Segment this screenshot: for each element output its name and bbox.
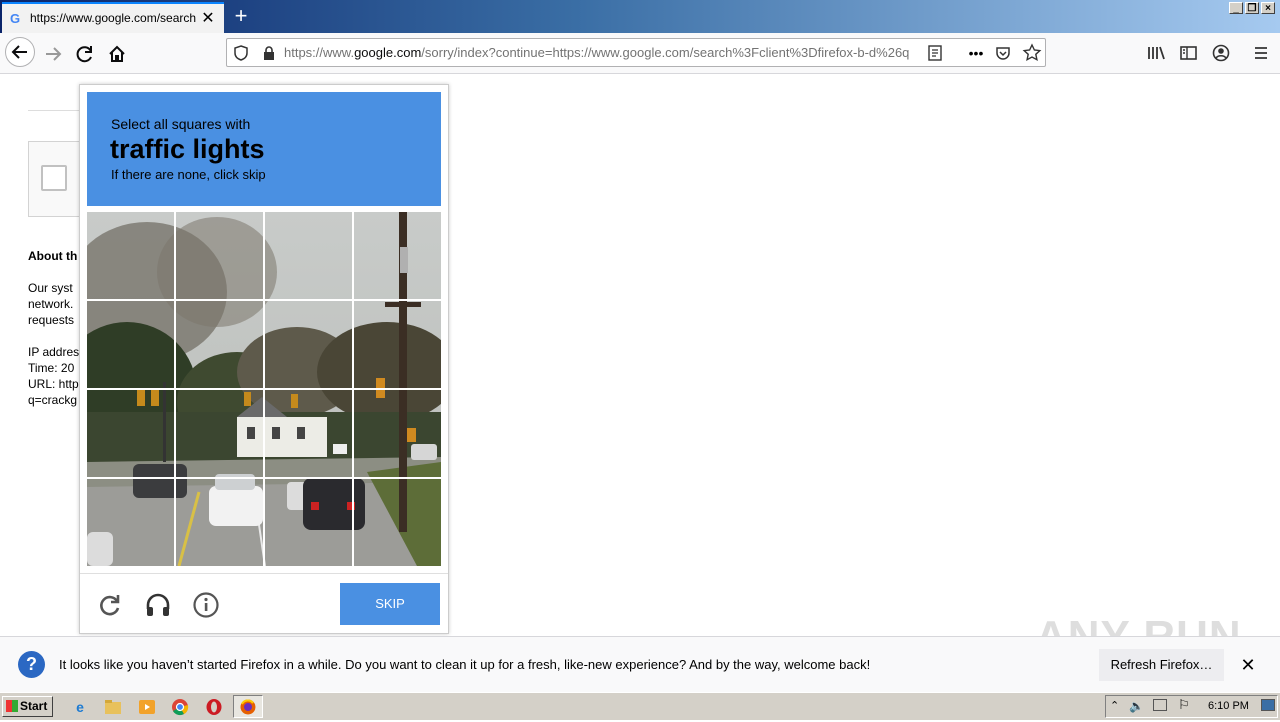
bookmark-star-icon[interactable]: [1022, 43, 1042, 63]
sidebar-toggle-icon[interactable]: [1179, 44, 1199, 62]
reload-icon: [76, 46, 92, 63]
account-icon[interactable]: [1211, 43, 1231, 63]
firefox-taskbar-button[interactable]: [233, 695, 263, 718]
media-player-icon[interactable]: [137, 697, 157, 717]
captcha-tile[interactable]: [87, 390, 174, 477]
reload-button[interactable]: [71, 40, 99, 68]
tracking-protection-shield-icon[interactable]: [232, 44, 250, 62]
time-line: Time: 20: [28, 361, 75, 375]
forward-button[interactable]: [39, 40, 67, 68]
action-center-flag-icon[interactable]: ⚐: [1178, 697, 1190, 713]
captcha-hint: If there are none, click skip: [111, 167, 266, 182]
page-paragraph-line: Our syst: [28, 281, 73, 295]
captcha-tile[interactable]: [265, 301, 352, 388]
url-text[interactable]: https://www.google.com/sorry/index?conti…: [284, 45, 916, 60]
hamburger-menu-icon[interactable]: [1252, 44, 1270, 62]
audio-challenge-headphones-icon[interactable]: [143, 590, 173, 620]
captcha-controls-divider: [80, 573, 448, 574]
query-line: q=crackg: [28, 393, 78, 407]
restore-window-button[interactable]: ❐: [1245, 2, 1259, 14]
page-actions-icon[interactable]: •••: [966, 44, 986, 62]
network-icon[interactable]: [1153, 699, 1167, 711]
pocket-icon[interactable]: [994, 44, 1012, 62]
captcha-tile[interactable]: [354, 390, 441, 477]
file-explorer-icon[interactable]: [103, 697, 123, 717]
url-scheme: https://www.: [284, 45, 355, 60]
captcha-image-grid: [87, 212, 441, 566]
refresh-firefox-button[interactable]: Refresh Firefox…: [1099, 649, 1224, 681]
reload-challenge-icon[interactable]: [95, 590, 125, 620]
url-line: URL: http: [28, 377, 79, 391]
show-desktop-icon[interactable]: [1261, 699, 1275, 711]
volume-icon[interactable]: 🔈: [1129, 699, 1144, 713]
arrow-right-icon: [46, 47, 62, 61]
start-button[interactable]: Start: [2, 696, 53, 717]
page-paragraph-line: requests: [28, 313, 75, 327]
new-tab-button[interactable]: +: [230, 4, 252, 28]
internet-explorer-icon[interactable]: e: [70, 697, 90, 717]
captcha-instruction: Select all squares with: [111, 116, 251, 132]
windows-logo-icon: [6, 700, 18, 712]
captcha-tile[interactable]: [176, 479, 263, 566]
windows-taskbar: [0, 692, 1280, 720]
opera-icon[interactable]: [204, 697, 224, 717]
show-hidden-icons-icon[interactable]: ⌃: [1110, 699, 1119, 712]
library-icon[interactable]: [1146, 44, 1166, 62]
close-window-button[interactable]: ×: [1261, 2, 1275, 14]
about-heading: About th: [28, 249, 78, 263]
recaptcha-checkbox[interactable]: [41, 165, 67, 191]
browser-tab[interactable]: G https://www.google.com/search?client=f…: [2, 2, 224, 33]
home-icon: [109, 45, 125, 62]
reader-view-icon[interactable]: [926, 44, 944, 62]
back-button[interactable]: [5, 37, 35, 67]
captcha-tile[interactable]: [265, 212, 352, 299]
captcha-tile[interactable]: [87, 301, 174, 388]
lock-icon[interactable]: [260, 44, 278, 62]
start-label: Start: [20, 699, 48, 713]
close-tab-icon[interactable]: ✕: [200, 8, 216, 27]
minimize-window-button[interactable]: _: [1229, 2, 1243, 14]
page-paragraph-line: network.: [28, 297, 74, 311]
captcha-tile[interactable]: [265, 479, 352, 566]
captcha-target: traffic lights: [110, 134, 265, 164]
captcha-tile[interactable]: [354, 212, 441, 299]
close-notification-icon[interactable]: ✕: [1238, 655, 1258, 675]
captcha-tile[interactable]: [265, 390, 352, 477]
arrow-left-icon: [11, 45, 27, 59]
captcha-tile[interactable]: [176, 301, 263, 388]
url-domain: google.com: [354, 45, 422, 60]
notification-message: It looks like you haven’t started Firefo…: [59, 657, 871, 672]
info-icon[interactable]: [191, 590, 221, 620]
tab-title: https://www.google.com/search?client=fir…: [30, 11, 196, 25]
taskbar-clock[interactable]: 6:10 PM: [1208, 700, 1249, 712]
url-path: /sorry/index?continue=https://www.google…: [421, 45, 910, 60]
skip-button[interactable]: SKIP: [340, 583, 440, 625]
home-button[interactable]: [103, 40, 131, 68]
captcha-tile[interactable]: [176, 390, 263, 477]
chrome-icon[interactable]: [170, 697, 190, 717]
ip-address-line: IP addres: [28, 345, 80, 359]
firefox-icon: [240, 699, 256, 715]
google-favicon-icon: G: [10, 11, 21, 26]
captcha-tile[interactable]: [87, 212, 174, 299]
captcha-tile[interactable]: [354, 479, 441, 566]
captcha-tile[interactable]: [176, 212, 263, 299]
captcha-tile[interactable]: [87, 479, 174, 566]
captcha-tile[interactable]: [354, 301, 441, 388]
question-icon: ?: [18, 651, 45, 678]
